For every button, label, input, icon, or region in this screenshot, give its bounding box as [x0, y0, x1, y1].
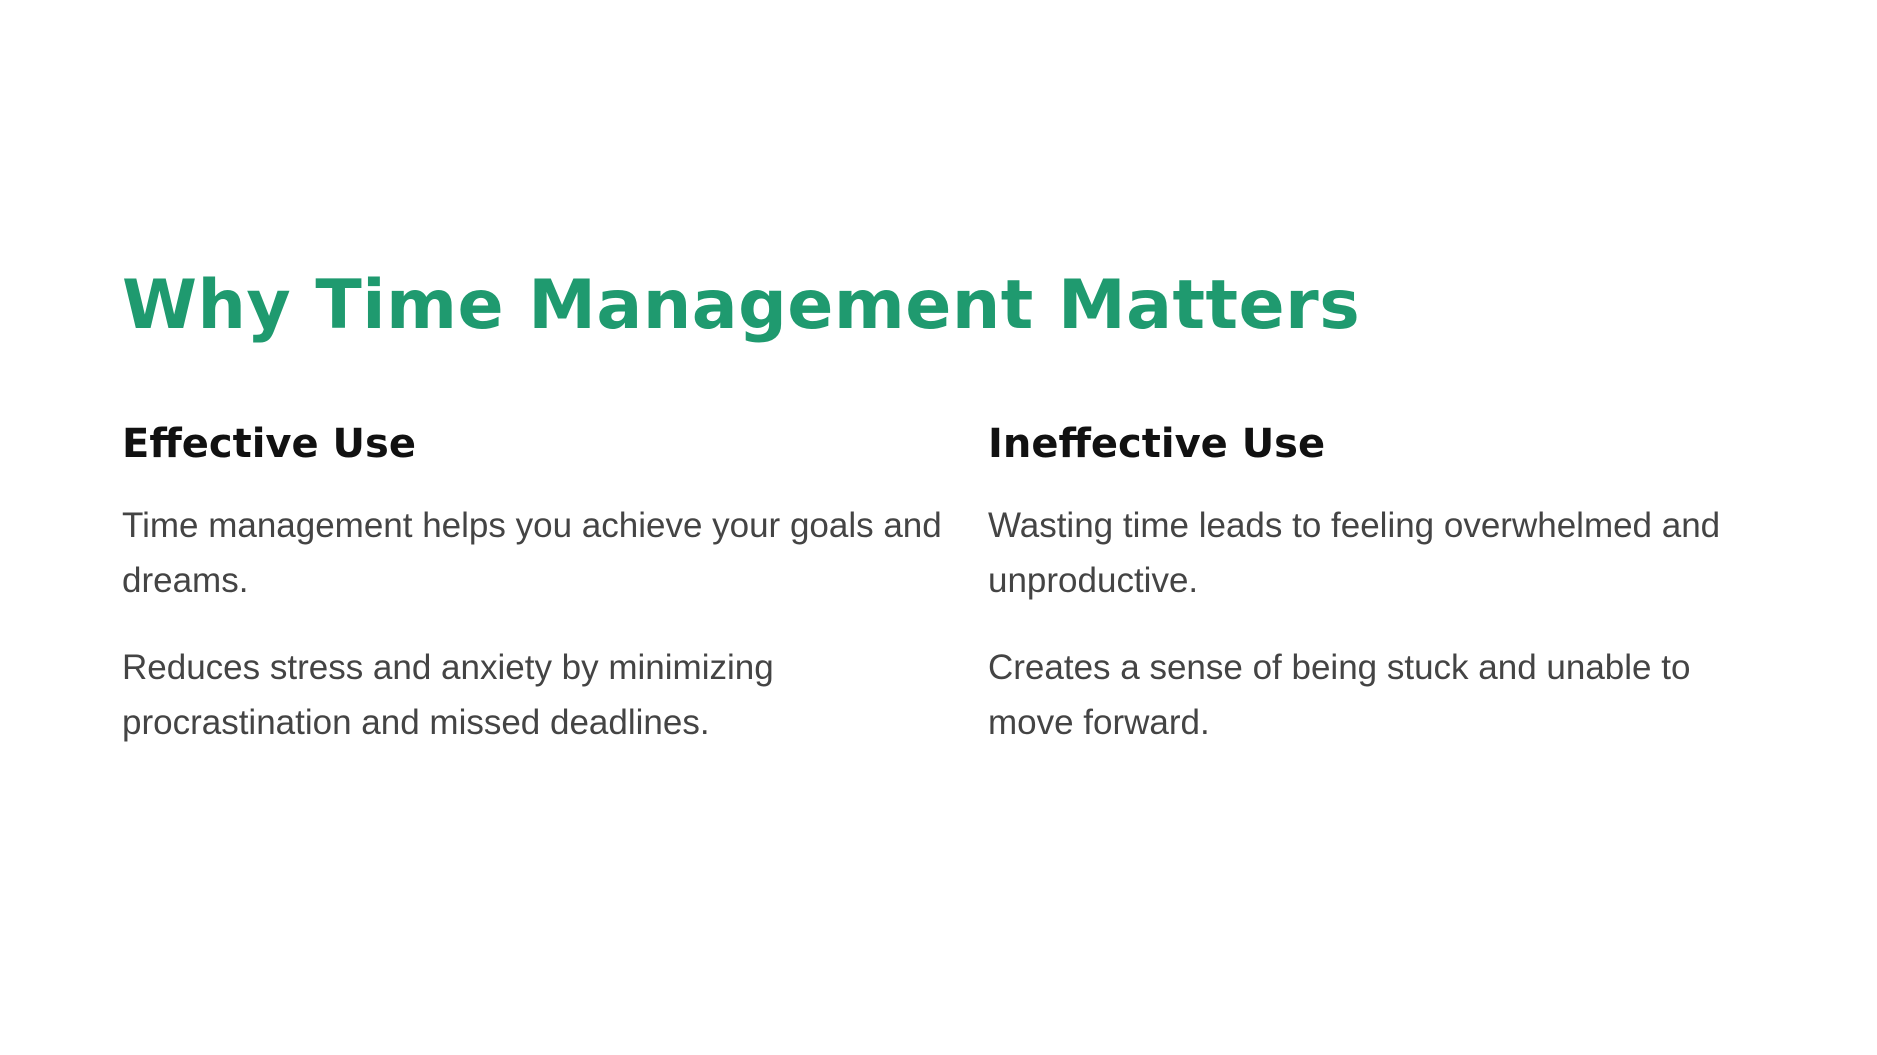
slide: Why Time Management Matters Effective Us… — [0, 0, 1877, 1055]
ineffective-use-paragraph-2: Creates a sense of being stuck and unabl… — [988, 648, 1691, 742]
effective-use-heading: Effective Use — [122, 421, 416, 467]
effective-use-column: Effective Use Time management helps you … — [122, 414, 988, 782]
ineffective-use-paragraph-1: Wasting time leads to feeling overwhelme… — [988, 506, 1721, 600]
effective-use-body: Time management helps you achieve your g… — [122, 498, 948, 750]
effective-use-paragraph-2: Reduces stress and anxiety by minimizing… — [122, 648, 774, 742]
ineffective-use-body: Wasting time leads to feeling overwhelme… — [988, 498, 1755, 750]
comparison-columns: Effective Use Time management helps you … — [122, 414, 1755, 782]
ineffective-use-heading: Ineffective Use — [988, 421, 1326, 467]
ineffective-use-column: Ineffective Use Wasting time leads to fe… — [988, 414, 1755, 782]
effective-use-paragraph-1: Time management helps you achieve your g… — [122, 506, 942, 600]
slide-title: Why Time Management Matters — [122, 266, 1361, 345]
